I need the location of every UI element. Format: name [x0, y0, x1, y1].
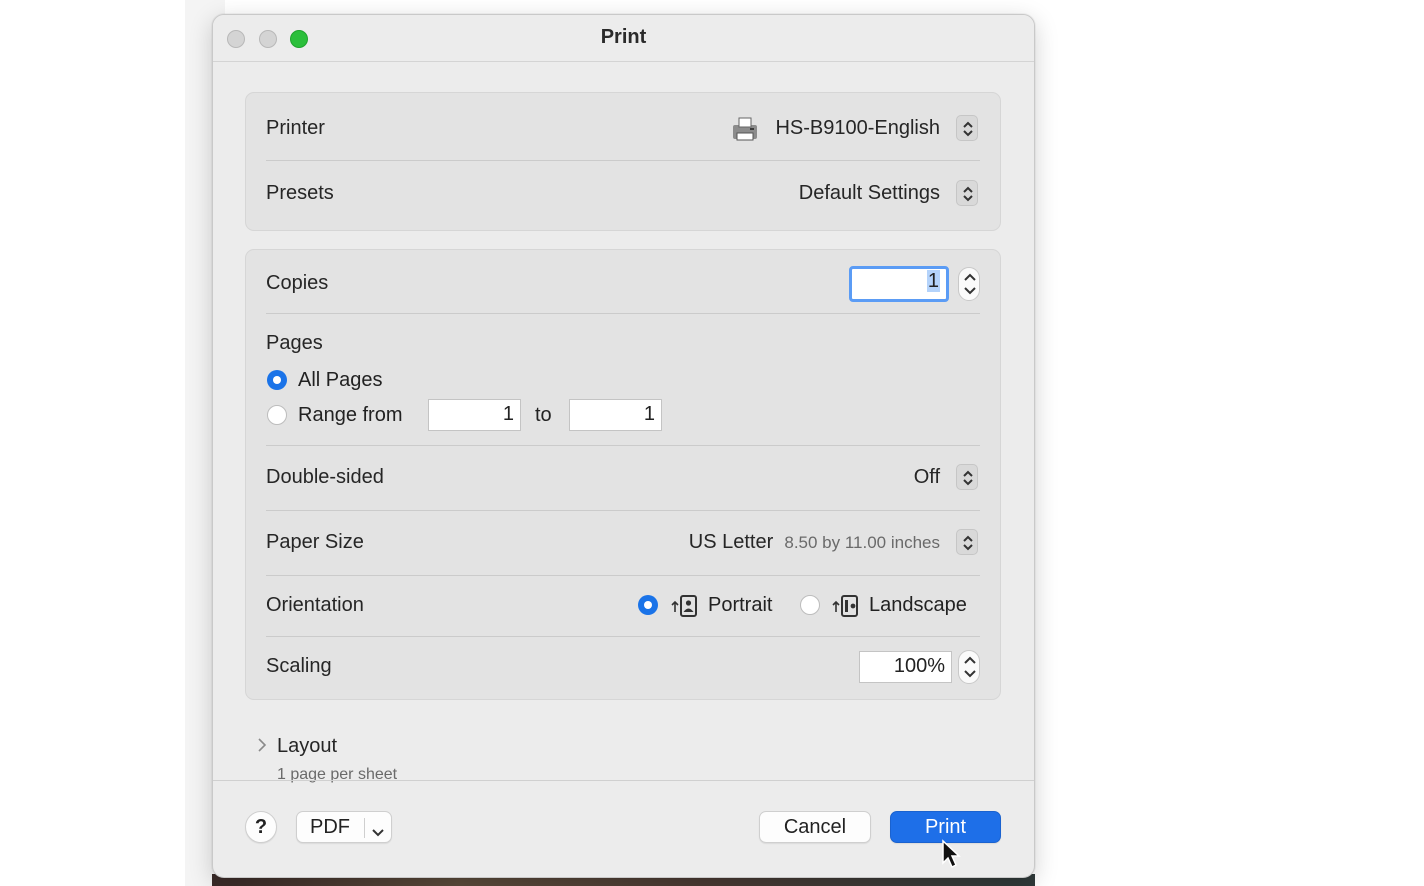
- pdf-menu-separator: [364, 818, 365, 838]
- scaling-label: Scaling: [266, 655, 332, 677]
- copies-stepper[interactable]: [958, 267, 980, 301]
- presets-value: Default Settings: [798, 182, 940, 204]
- divider: [266, 510, 980, 511]
- printer-row[interactable]: Printer HS-B9100-English: [266, 115, 980, 143]
- double-sided-label: Double-sided: [266, 466, 384, 488]
- range-to-input[interactable]: 1: [569, 399, 662, 431]
- copies-label: Copies: [266, 272, 329, 294]
- footer-divider: [213, 780, 1034, 781]
- orientation-label: Orientation: [266, 594, 364, 616]
- printer-icon: [730, 115, 760, 148]
- title-bar: Print: [213, 15, 1034, 62]
- range-to-label: to: [535, 404, 552, 426]
- scaling-row: Scaling 100%: [266, 650, 980, 684]
- mouse-cursor-icon: [941, 839, 963, 874]
- portrait-label: Portrait: [708, 594, 773, 616]
- presets-label: Presets: [266, 182, 334, 204]
- options-panel: Copies 1 Pages All Pages Range from 1 to…: [245, 249, 1001, 700]
- copies-input[interactable]: 1: [849, 266, 949, 302]
- orientation-row: Orientation Portrait Landscape: [266, 592, 980, 620]
- range-from-label: Range from: [298, 404, 403, 426]
- double-sided-value: Off: [913, 466, 940, 488]
- help-button[interactable]: ?: [245, 811, 277, 843]
- layout-label: Layout: [277, 735, 338, 757]
- paper-size-label: Paper Size: [266, 531, 364, 553]
- paper-size-value-group: US Letter 8.50 by 11.00 inches: [689, 531, 940, 554]
- paper-size-row[interactable]: Paper Size US Letter 8.50 by 11.00 inche…: [266, 529, 980, 557]
- divider: [266, 575, 980, 576]
- portrait-icon: [671, 594, 699, 623]
- scaling-input[interactable]: 100%: [859, 651, 952, 683]
- all-pages-radio[interactable]: [267, 370, 287, 390]
- layout-disclosure[interactable]: Layout 1 page per sheet: [257, 735, 557, 783]
- landscape-icon: [832, 594, 860, 623]
- printer-label: Printer: [266, 117, 325, 139]
- pdf-label: PDF: [310, 816, 350, 838]
- divider: [266, 636, 980, 637]
- paper-size-detail: 8.50 by 11.00 inches: [784, 533, 940, 552]
- all-pages-label: All Pages: [298, 369, 383, 391]
- pages-section: Pages All Pages Range from 1 to 1: [266, 332, 980, 432]
- presets-row[interactable]: Presets Default Settings: [266, 180, 980, 208]
- printer-popup-arrows-icon[interactable]: [956, 115, 978, 141]
- layout-summary: 1 page per sheet: [277, 766, 398, 783]
- portrait-radio[interactable]: [638, 595, 658, 615]
- chevron-down-icon: [371, 819, 385, 849]
- double-sided-row[interactable]: Double-sided Off: [266, 464, 980, 492]
- pdf-menu-button[interactable]: PDF: [296, 811, 392, 843]
- printer-panel: Printer HS-B9100-English Presets Default…: [245, 92, 1001, 231]
- window-title: Print: [600, 26, 647, 48]
- copies-row: Copies 1: [266, 266, 980, 302]
- pages-label: Pages: [266, 332, 323, 354]
- scaling-stepper[interactable]: [958, 650, 980, 684]
- paper-size-value: US Letter: [688, 531, 774, 553]
- divider: [266, 313, 980, 314]
- presets-popup-arrows-icon[interactable]: [956, 180, 978, 206]
- print-dialog: Print Printer HS-B9100-English Presets D…: [212, 14, 1035, 878]
- range-from-input[interactable]: 1: [428, 399, 521, 431]
- divider: [266, 445, 980, 446]
- paper-size-popup-arrows-icon[interactable]: [956, 529, 978, 555]
- chevron-right-icon: [257, 737, 267, 758]
- landscape-radio[interactable]: [800, 595, 820, 615]
- copies-value: 1: [926, 270, 940, 292]
- range-radio[interactable]: [267, 405, 287, 425]
- landscape-label: Landscape: [869, 594, 967, 616]
- divider: [266, 160, 980, 161]
- double-sided-popup-arrows-icon[interactable]: [956, 464, 978, 490]
- printer-value: HS-B9100-English: [775, 117, 940, 139]
- cancel-button[interactable]: Cancel: [759, 811, 871, 843]
